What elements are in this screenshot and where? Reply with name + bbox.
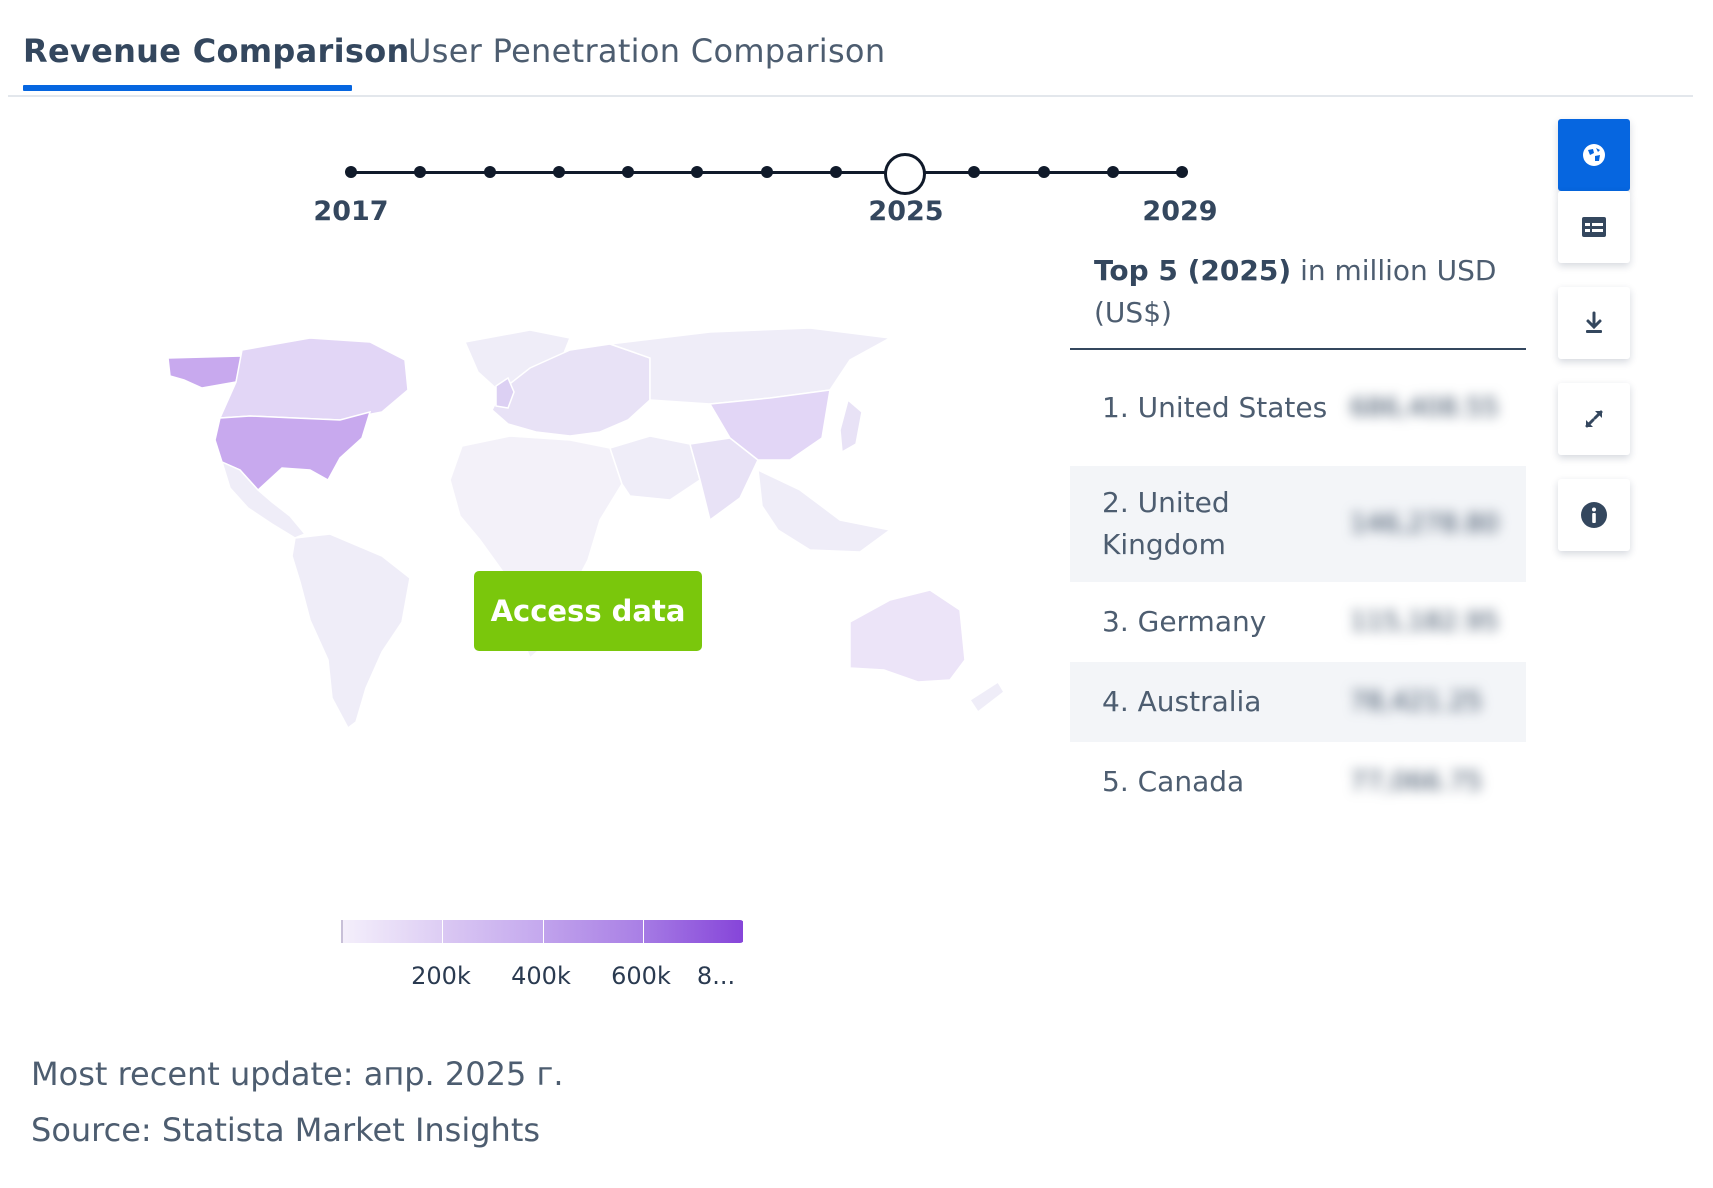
map-region-japan[interactable] (839, 398, 863, 454)
top5-country: 1. United States (1102, 391, 1328, 424)
map-region-canada[interactable] (218, 337, 409, 421)
top5-country: 5. Canada (1102, 765, 1245, 798)
map-region-new-zealand[interactable] (968, 680, 1005, 714)
top5-value: 115,182.95 (1350, 607, 1499, 637)
legend-segment (343, 920, 444, 943)
tab-bar: Revenue Comparison User Penetration Comp… (8, 0, 1693, 97)
globe-icon (1583, 144, 1605, 166)
timeline-label-start: 2017 (313, 196, 389, 227)
timeline-year-dot[interactable] (483, 166, 496, 178)
map-region-southeast-asia[interactable] (757, 468, 892, 553)
top5-title: Top 5 (2025) in million USD (US$) (1070, 250, 1526, 350)
legend-segment (443, 920, 544, 943)
timeline-label-end: 2029 (1142, 196, 1218, 227)
info-button[interactable] (1558, 479, 1630, 551)
table-view-button[interactable] (1558, 191, 1630, 263)
timeline-year-dot[interactable] (691, 166, 704, 178)
world-map[interactable] (10, 320, 1050, 820)
top5-country: 3. Germany (1102, 605, 1267, 638)
timeline-year-dot[interactable] (552, 166, 565, 178)
timeline-year-dot[interactable] (1176, 166, 1188, 178)
timeline-year-dot[interactable] (414, 166, 427, 178)
timeline-selected-year[interactable] (884, 153, 926, 195)
map-view-button[interactable] (1558, 119, 1630, 191)
year-timeline[interactable]: 2017 2025 2029 (313, 148, 1218, 238)
legend-segment (643, 920, 744, 943)
top5-value: 146,278.80 (1350, 509, 1499, 539)
fullscreen-button[interactable] (1558, 383, 1630, 455)
top5-panel: Top 5 (2025) in million USD (US$) 1. Uni… (1070, 250, 1526, 822)
timeline-year-dot[interactable] (760, 166, 773, 178)
map-region-russia[interactable] (609, 327, 893, 405)
last-update-text: Most recent update: апр. 2025 г. (31, 1055, 564, 1093)
top5-value: 78,421.25 (1350, 687, 1483, 717)
source-text: Source: Statista Market Insights (31, 1111, 541, 1149)
timeline-year-dot[interactable] (622, 166, 634, 178)
legend-tick-label: 600k (611, 962, 671, 990)
top5-title-bold: Top 5 (2025) (1094, 254, 1292, 287)
legend-segment (543, 920, 644, 943)
map-region-australia[interactable] (849, 589, 966, 683)
map-region-alaska[interactable] (167, 355, 243, 389)
map-region-south-america[interactable] (291, 533, 411, 730)
top5-country: 2. United Kingdom (1102, 486, 1230, 561)
legend-tick-label: 400k (511, 962, 571, 990)
top5-row: 1. United States 686,408.55 (1070, 350, 1526, 466)
timeline-year-dot[interactable] (345, 166, 357, 178)
download-icon (1586, 311, 1602, 333)
top5-value: 686,408.55 (1350, 393, 1499, 423)
timeline-year-dot[interactable] (1037, 166, 1050, 178)
top5-value: 77,066.75 (1350, 767, 1483, 797)
top5-row: 5. Canada 77,066.75 (1070, 742, 1526, 822)
top5-row: 3. Germany 115,182.95 (1070, 582, 1526, 662)
top5-row: 2. United Kingdom 146,278.80 (1070, 466, 1526, 582)
access-data-button[interactable]: Access data (474, 571, 702, 651)
map-region-middle-east[interactable] (609, 435, 701, 501)
timeline-year-dot[interactable] (1106, 166, 1119, 178)
legend-tick-label: 200k (411, 962, 471, 990)
timeline-year-dot[interactable] (829, 166, 842, 178)
top5-row: 4. Australia 78,421.25 (1070, 662, 1526, 742)
timeline-label-selected: 2025 (868, 196, 944, 227)
legend-color-bar (341, 920, 744, 943)
active-tab-indicator (23, 85, 352, 91)
tab-revenue-comparison[interactable]: Revenue Comparison (23, 32, 410, 70)
color-legend: 200k 400k 600k 8... (341, 920, 744, 1000)
legend-tick-label: 8... (696, 962, 736, 990)
download-button[interactable] (1558, 287, 1630, 359)
timeline-year-dot[interactable] (968, 166, 981, 178)
info-icon (1581, 502, 1607, 528)
expand-icon (1585, 410, 1603, 428)
table-icon (1582, 217, 1606, 237)
top5-country: 4. Australia (1102, 685, 1262, 718)
tab-user-penetration-comparison[interactable]: User Penetration Comparison (408, 32, 885, 70)
world-map-svg (167, 327, 1005, 730)
